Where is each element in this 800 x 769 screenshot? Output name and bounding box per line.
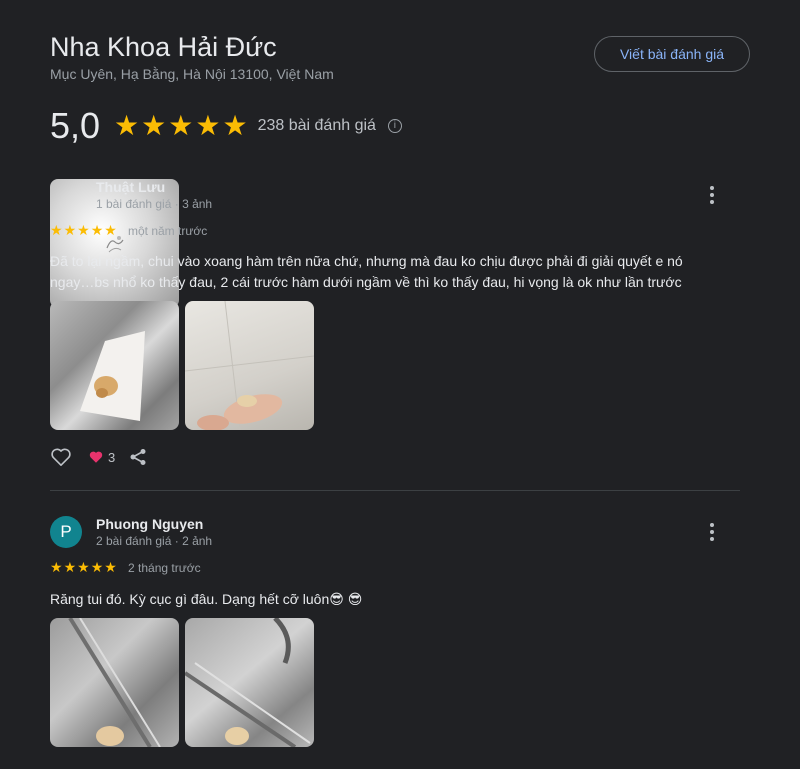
tooth-with-tool-image <box>185 618 311 747</box>
tooth-in-hand-image <box>185 301 314 430</box>
review-photo[interactable] <box>185 618 314 747</box>
star-icon: ★ <box>222 110 248 141</box>
star-icon: ★ <box>90 222 104 238</box>
review-time: một năm trước <box>128 224 208 238</box>
review-photo[interactable] <box>185 301 314 430</box>
place-header: Nha Khoa Hải Đức Mục Uyên, Hạ Bằng, Hà N… <box>50 30 750 82</box>
star-icon: ★ <box>50 559 63 575</box>
info-icon[interactable]: i <box>387 119 402 133</box>
rating-summary: 5,0 ★ ★ ★ ★ ★ 238 bài đánh giá i <box>50 104 402 148</box>
reviewer-meta: 2 bài đánh giá · 2 ảnh <box>96 534 213 548</box>
more-options-icon[interactable] <box>706 183 718 207</box>
star-icon: ★ <box>77 222 90 238</box>
review-stars: ★ ★ ★ ★ ★ <box>50 560 117 574</box>
reviewer-meta: 1 bài đánh giá · 3 ảnh <box>96 197 213 211</box>
star-icon: ★ <box>63 559 77 575</box>
star-icon: ★ <box>168 110 194 141</box>
star-icon: ★ <box>114 110 140 141</box>
review-text: Răng tui đó. Kỳ cục gì đâu. Dạng hết cỡ … <box>50 591 363 607</box>
star-icon: ★ <box>195 110 221 141</box>
write-review-button[interactable]: Viết bài đánh giá <box>594 36 750 72</box>
star-icon: ★ <box>141 110 167 141</box>
review-card: Thuật Lưu 1 bài đánh giá · 3 ảnh ★ ★ ★ ★… <box>50 179 740 466</box>
star-icon: ★ <box>63 222 77 238</box>
average-rating: 5,0 <box>50 105 101 146</box>
review-photos <box>50 301 314 430</box>
star-icon: ★ <box>90 559 104 575</box>
more-options-icon[interactable] <box>706 520 718 544</box>
rating-stars: ★ ★ ★ ★ ★ <box>114 112 248 140</box>
reaction-summary[interactable]: 3 <box>88 450 115 465</box>
reaction-count: 3 <box>108 449 116 465</box>
review-count: 238 bài đánh giá <box>257 117 376 134</box>
reviewer-name[interactable]: Phuong Nguyen <box>96 516 203 532</box>
tooth-on-tissue-image <box>80 331 145 421</box>
review-text: Đã to lại ngầm, chui vào xoang hàm trên … <box>50 253 683 290</box>
share-icon[interactable] <box>129 448 147 466</box>
review-photos <box>50 618 314 747</box>
review-photo[interactable] <box>50 301 179 430</box>
review-stars: ★ ★ ★ ★ ★ <box>50 223 117 237</box>
star-icon: ★ <box>104 559 117 575</box>
avatar[interactable]: P <box>50 516 82 548</box>
reviewer-name[interactable]: Thuật Lưu <box>96 179 165 195</box>
review-photo[interactable] <box>50 618 179 747</box>
review-actions: 3 <box>50 447 147 467</box>
review-time: 2 tháng trước <box>128 561 201 575</box>
review-divider <box>50 490 740 491</box>
like-heart-icon[interactable] <box>50 447 72 467</box>
star-icon: ★ <box>50 222 63 238</box>
star-icon: ★ <box>77 559 90 575</box>
tooth-on-tray-image <box>68 618 161 747</box>
star-icon: ★ <box>104 222 117 238</box>
heart-reaction-icon <box>89 451 103 463</box>
